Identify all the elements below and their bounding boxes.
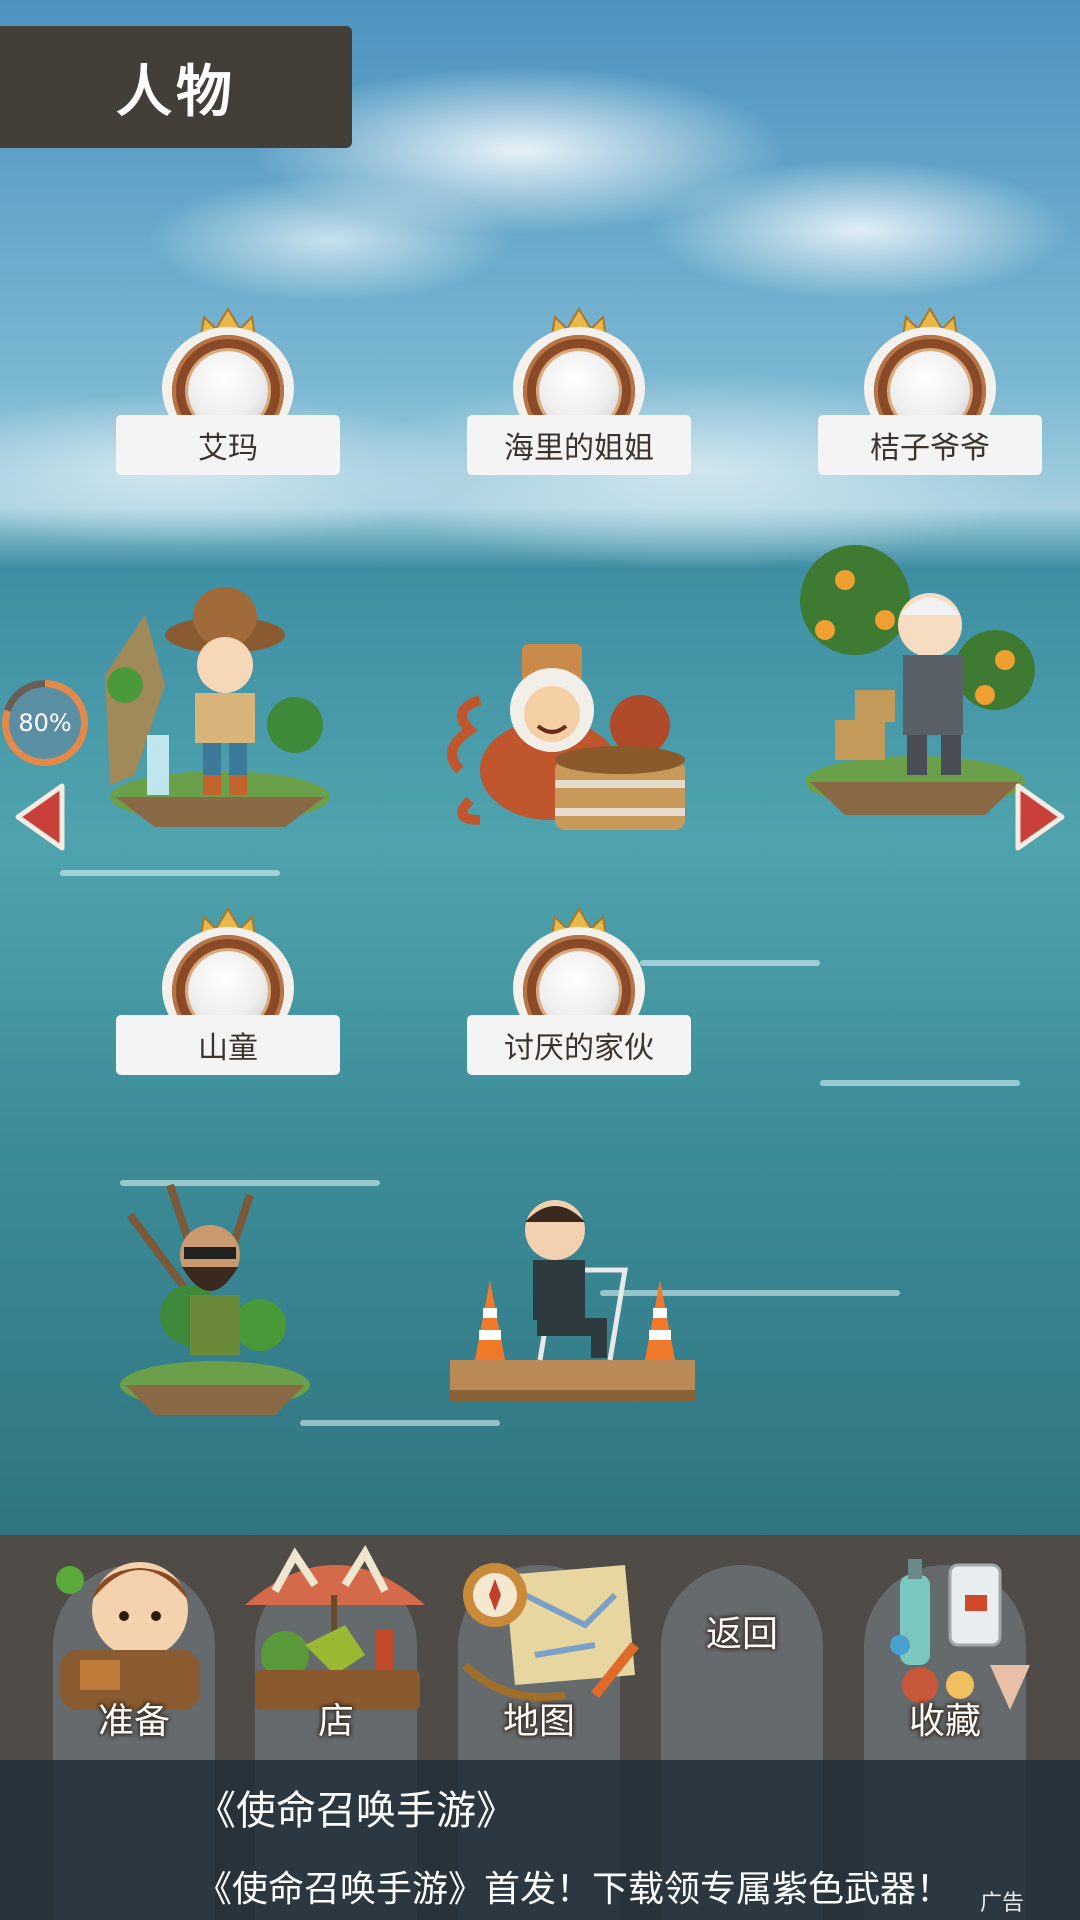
bearded-mountain-man-icon[interactable] xyxy=(110,1175,320,1425)
ad-title[interactable]: 《使命召唤手游》 xyxy=(196,1778,516,1836)
arrow-right-icon[interactable] xyxy=(1012,782,1068,852)
orange-tree-grandpa-icon[interactable] xyxy=(795,520,1040,825)
wave-highlight xyxy=(60,870,280,876)
page-title-bar: 人物 xyxy=(0,26,352,148)
ad-description[interactable]: 《使命召唤手游》首发！下载领专属紫色武器！ xyxy=(196,1860,952,1912)
suited-man-chair-icon[interactable] xyxy=(445,1190,700,1410)
nav-back-label: 返回 xyxy=(705,1614,778,1655)
nav-prepare-label: 准备 xyxy=(97,1701,170,1742)
character-name-label: 讨厌的家伙 xyxy=(467,1015,691,1075)
page-title: 人物 xyxy=(116,59,236,125)
character-name-label: 艾玛 xyxy=(116,415,340,475)
ad-tag: 广告 xyxy=(980,1891,1025,1916)
character-name-label: 山童 xyxy=(116,1015,340,1075)
nav-shop-label: 店 xyxy=(317,1701,354,1742)
progress-label: 80% xyxy=(9,687,81,759)
wave-highlight xyxy=(640,960,820,966)
completion-progress-ring: 80% xyxy=(2,680,88,766)
octopus-diver-lady-icon[interactable] xyxy=(440,630,705,840)
wave-highlight xyxy=(820,1080,1020,1086)
nav-map-label: 地图 xyxy=(502,1701,575,1742)
character-name-label: 海里的姐姐 xyxy=(467,415,691,475)
nav-collection-label: 收藏 xyxy=(908,1701,981,1742)
character-name-label: 桔子爷爷 xyxy=(818,415,1042,475)
wave-highlight xyxy=(300,1420,500,1426)
explorer-girl-island-icon[interactable] xyxy=(95,575,345,830)
arrow-left-icon[interactable] xyxy=(12,782,68,852)
